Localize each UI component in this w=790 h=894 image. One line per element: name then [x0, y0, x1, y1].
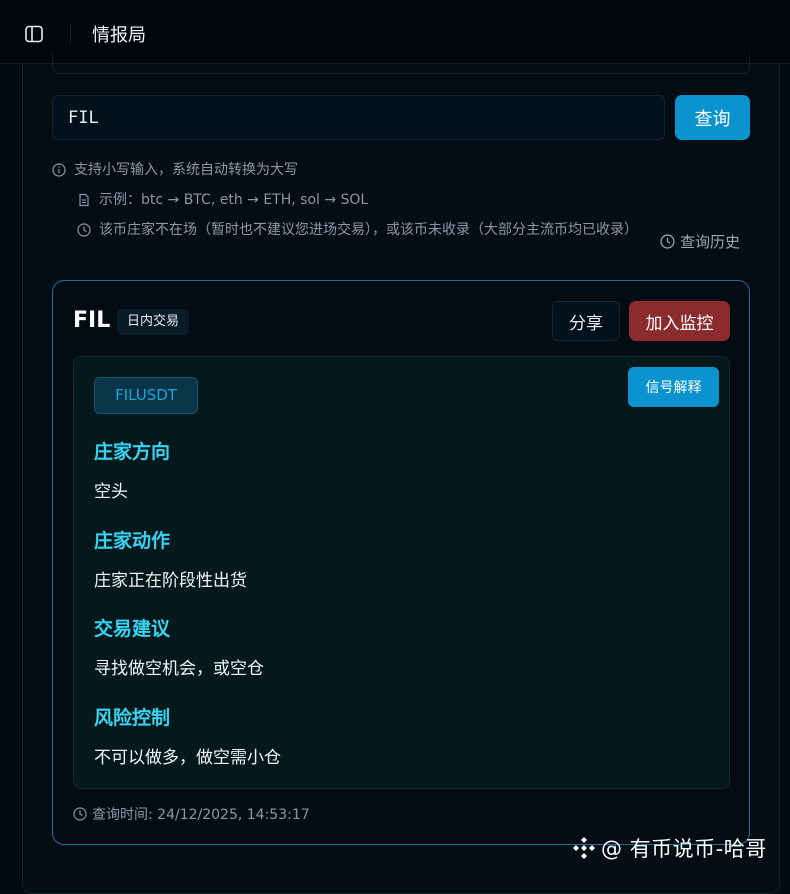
section-value-direction: 空头 — [94, 482, 128, 502]
share-button[interactable]: 分享 — [552, 301, 620, 341]
section-value-advice: 寻找做空机会，或空仓 — [94, 659, 264, 679]
query-time: 查询时间: 24/12/2025, 14:53:17 — [73, 804, 310, 824]
example-hint: 示例：btc → BTC, eth → ETH, sol → SOL — [77, 191, 368, 209]
query-time-text: 查询时间: 24/12/2025, 14:53:17 — [92, 807, 310, 823]
query-button[interactable]: 查询 — [675, 95, 750, 140]
section-title-action: 庄家动作 — [94, 530, 171, 552]
notice-hint: 该币庄家不在场（暂时也不建议您进场交易），或该币未收录（大部分主流币均已收录） — [77, 221, 647, 239]
watermark-text: @ 有币说币-哈哥 — [601, 837, 767, 861]
signal-explain-button[interactable]: 信号解释 — [628, 367, 719, 407]
example-hint-text: 示例：btc → BTC, eth → ETH, sol → SOL — [99, 192, 369, 208]
lowercase-hint: 支持小写输入，系统自动转换为大写 — [52, 161, 298, 179]
query-history-label[interactable]: 查询历史 — [680, 231, 740, 252]
app-title: 情报局 — [92, 25, 146, 46]
section-title-advice: 交易建议 — [94, 618, 171, 640]
clock-icon — [77, 223, 91, 237]
section-value-action: 庄家正在阶段性出货 — [94, 571, 247, 591]
clock-icon — [73, 807, 87, 821]
sidebar-toggle-icon[interactable] — [22, 22, 46, 46]
previous-card-edge — [52, 54, 750, 74]
history-icon — [660, 234, 675, 249]
info-icon — [52, 163, 66, 177]
trading-pair-tag: FILUSDT — [94, 377, 198, 414]
watermark: @ 有币说币-哈哥 — [571, 833, 767, 863]
add-monitor-button[interactable]: 加入监控 — [629, 301, 730, 341]
section-title-direction: 庄家方向 — [94, 441, 171, 463]
lowercase-hint-text: 支持小写输入，系统自动转换为大写 — [74, 162, 298, 178]
document-icon — [79, 193, 89, 207]
query-history-link[interactable]: 查询历史 — [660, 231, 740, 252]
notice-hint-text: 该币庄家不在场（暂时也不建议您进场交易），或该币未收录（大部分主流币均已收录） — [99, 222, 638, 238]
mode-badge: 日内交易 — [117, 309, 190, 335]
result-card: FIL 日内交易 分享 加入监控 FILUSDT 信号解释 庄家方向 空头 庄家… — [52, 280, 750, 845]
topbar-divider — [70, 24, 71, 44]
symbol-search-input[interactable] — [52, 95, 665, 140]
section-title-risk: 风险控制 — [94, 707, 171, 729]
coin-symbol: FIL — [73, 308, 111, 333]
signal-box: FILUSDT 信号解释 庄家方向 空头 庄家动作 庄家正在阶段性出货 交易建议… — [73, 356, 730, 789]
diamond-logo-icon — [573, 837, 595, 859]
section-value-risk: 不可以做多，做空需小仓 — [94, 748, 281, 768]
